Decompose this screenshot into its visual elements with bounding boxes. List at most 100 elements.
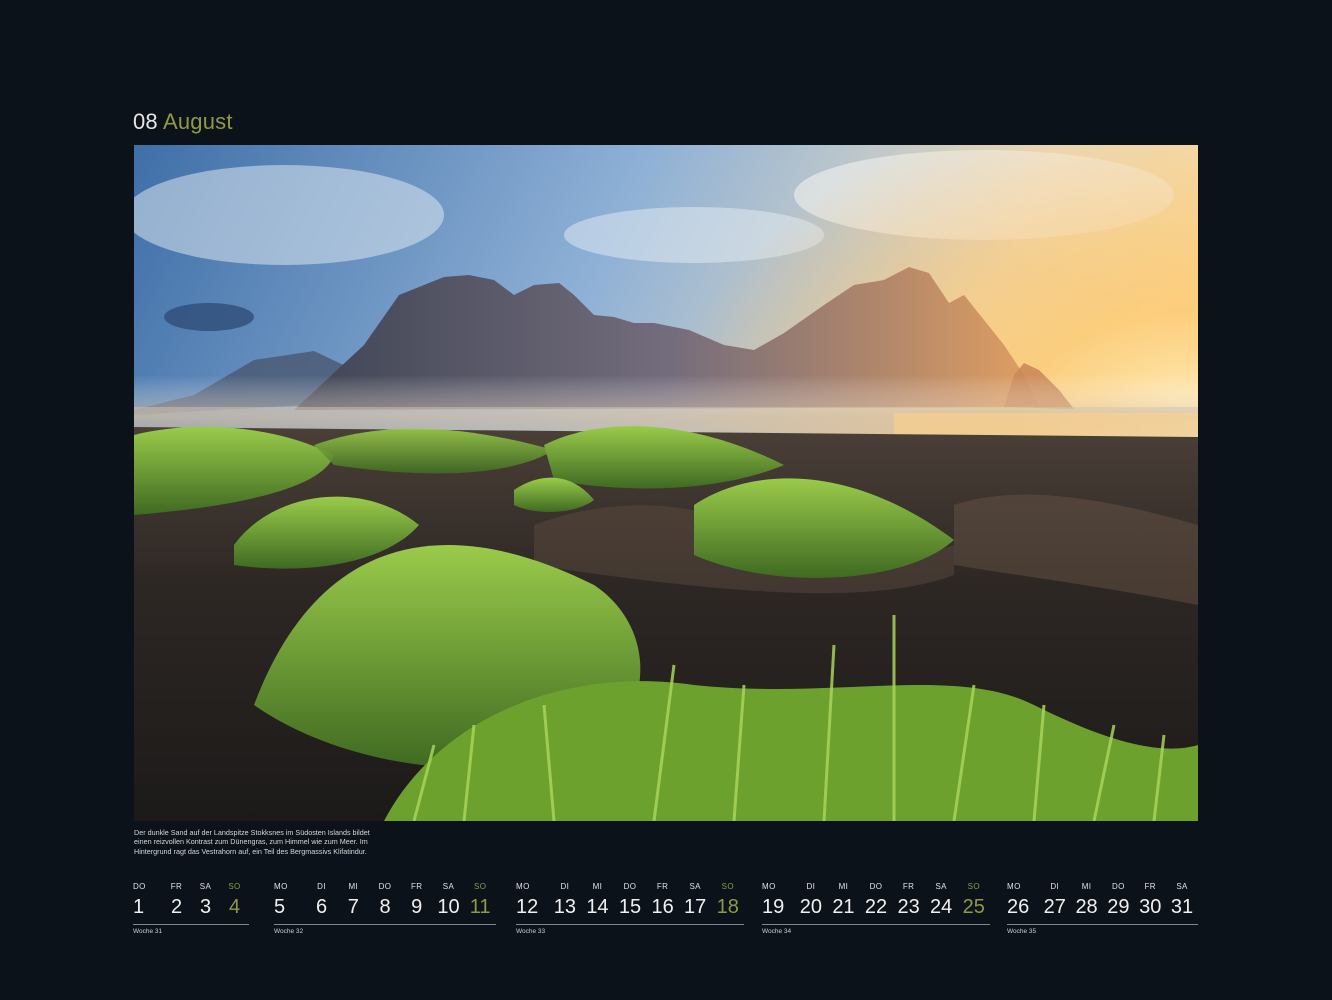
calendar-day: MI 21 xyxy=(827,881,860,920)
weekday-label: SO xyxy=(228,882,241,891)
weekday-label: SO xyxy=(721,882,734,891)
weekday-label: DI xyxy=(806,882,816,891)
calendar-day: MI 14 xyxy=(581,881,614,920)
day-number: 13 xyxy=(553,896,576,918)
week-label: Woche 31 xyxy=(133,928,163,935)
weekday-label: DI xyxy=(317,882,326,891)
day-number: 2 xyxy=(170,896,183,918)
calendar-day: DI 6 xyxy=(306,881,338,920)
weekday-label: SA xyxy=(935,882,947,891)
weekday-label: SO xyxy=(967,882,980,891)
week-group: MO 26 DI 27 MI 28 DO 29 FR 30 SA 31 Woche 35 xyxy=(1007,881,1198,935)
week-divider xyxy=(133,924,249,925)
day-number: 8 xyxy=(379,896,391,918)
day-number: 25 xyxy=(962,896,985,918)
week-divider xyxy=(516,924,744,925)
week-group: MO 5 DI 6 MI 7 DO 8 FR 9 SA 10 SO 11 Woche 32 xyxy=(274,881,496,935)
weekday-label: SA xyxy=(199,882,212,891)
week-group: DO 1 FR 2 SA 3 SO 4 Woche 31 xyxy=(133,881,249,935)
weekday-label: FR xyxy=(411,882,423,891)
weekday-label: DO xyxy=(1111,882,1125,891)
landscape-photo xyxy=(134,145,1198,821)
week-group: MO 12 DI 13 MI 14 DO 15 FR 16 SA 17 SO 18 Woche 33 xyxy=(516,881,744,935)
day-number: 29 xyxy=(1107,896,1130,918)
weekday-label: MO xyxy=(762,882,776,891)
calendar-day: SO 11 xyxy=(464,881,496,920)
calendar-day: FR 9 xyxy=(401,881,433,920)
day-number: 16 xyxy=(651,896,674,918)
day-number: 3 xyxy=(199,896,212,918)
calendar-day: DO 1 xyxy=(133,881,162,920)
week-label: Woche 34 xyxy=(762,928,792,935)
weekday-label: MI xyxy=(838,882,849,891)
weekday-label: FR xyxy=(1144,882,1156,891)
calendar-day: MO 26 xyxy=(1007,881,1039,920)
day-number: 26 xyxy=(1007,896,1030,918)
weekday-label: MO xyxy=(516,882,530,891)
day-number: 23 xyxy=(897,896,920,918)
calendar-day: FR 30 xyxy=(1134,881,1166,920)
weekday-label: DI xyxy=(560,882,570,891)
day-number: 5 xyxy=(274,896,286,918)
weekday-label: MI xyxy=(1081,882,1092,891)
day-number: 28 xyxy=(1075,896,1098,918)
weekday-label: SO xyxy=(473,882,487,891)
weekday-label: MI xyxy=(348,882,359,891)
calendar-day: DI 13 xyxy=(549,881,582,920)
calendar-day: MO 12 xyxy=(516,881,549,920)
day-number: 19 xyxy=(762,896,785,918)
week-label: Woche 32 xyxy=(274,928,304,935)
weekday-label: MO xyxy=(1007,882,1021,891)
day-number: 4 xyxy=(228,896,241,918)
day-number: 7 xyxy=(347,896,359,918)
calendar-day: FR 2 xyxy=(162,881,191,920)
day-number: 11 xyxy=(469,896,491,918)
calendar-day: MI 28 xyxy=(1071,881,1103,920)
calendar-day: SA 10 xyxy=(433,881,465,920)
weekday-label: MO xyxy=(274,882,288,891)
week-divider xyxy=(762,924,990,925)
calendar-day: SA 24 xyxy=(925,881,958,920)
day-number: 1 xyxy=(133,896,145,918)
calendar-day: FR 16 xyxy=(646,881,679,920)
weekday-label: DO xyxy=(869,882,883,891)
weekday-label: DO xyxy=(378,882,392,891)
weekday-label: SA xyxy=(689,882,701,891)
calendar-day: MO 5 xyxy=(274,881,306,920)
weekday-label: SA xyxy=(1176,882,1188,891)
day-number: 31 xyxy=(1170,896,1194,918)
weekday-label: DI xyxy=(1050,882,1060,891)
weekday-label: DO xyxy=(133,882,146,891)
calendar-day: MI 7 xyxy=(337,881,369,920)
weekday-label: FR xyxy=(170,882,183,891)
week-label: Woche 35 xyxy=(1007,928,1037,935)
week-label: Woche 33 xyxy=(516,928,546,935)
day-number: 18 xyxy=(716,896,739,918)
day-number: 14 xyxy=(586,896,609,918)
day-number: 15 xyxy=(618,896,642,918)
day-number: 24 xyxy=(930,896,953,918)
weekday-label: FR xyxy=(656,882,669,891)
day-number: 12 xyxy=(516,896,539,918)
calendar-day: SO 25 xyxy=(957,881,990,920)
day-number: 9 xyxy=(411,896,423,918)
calendar-day: DO 15 xyxy=(614,881,647,920)
day-number: 22 xyxy=(864,896,888,918)
photo-caption: Der dunkle Sand auf der Landspitze Stokk… xyxy=(134,828,370,856)
day-number: 20 xyxy=(799,896,822,918)
day-number: 10 xyxy=(437,896,460,918)
calendar-day: MO 19 xyxy=(762,881,795,920)
day-number: 27 xyxy=(1043,896,1066,918)
weekday-label: DO xyxy=(623,882,637,891)
month-name: August xyxy=(162,109,233,134)
month-number: 08 xyxy=(133,109,158,134)
calendar-day: FR 23 xyxy=(892,881,925,920)
calendar-day: SA 3 xyxy=(191,881,220,920)
calendar-day: DO 29 xyxy=(1102,881,1134,920)
calendar-day: DO 8 xyxy=(369,881,401,920)
calendar-day: DI 20 xyxy=(795,881,828,920)
calendar-day: SA 17 xyxy=(679,881,712,920)
calendar-day: SO 4 xyxy=(220,881,249,920)
calendar-day: SO 18 xyxy=(711,881,744,920)
weekday-label: SA xyxy=(442,882,455,891)
